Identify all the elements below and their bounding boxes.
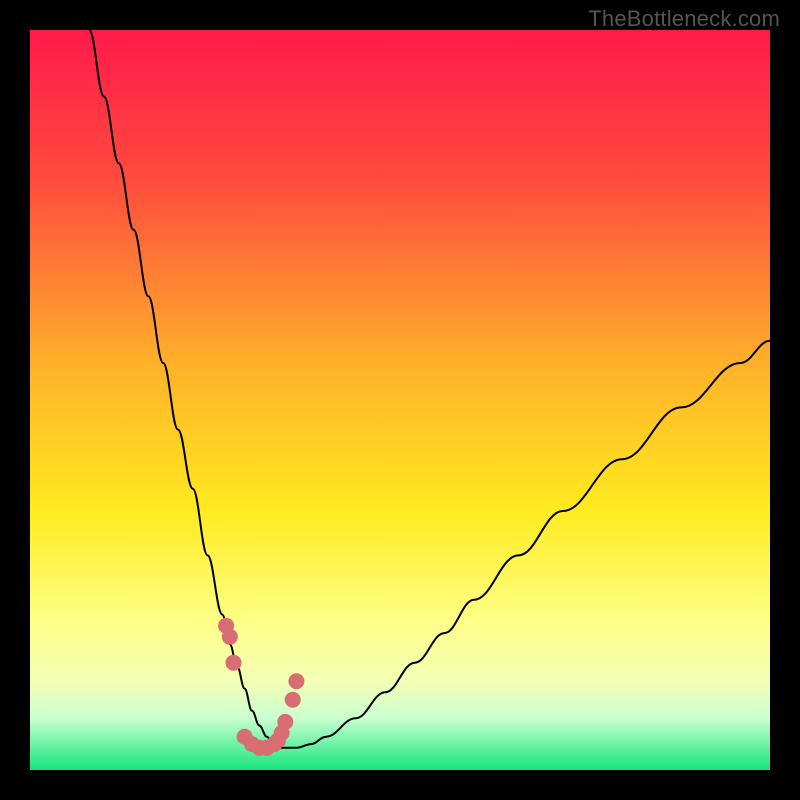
watermark-text: TheBottleneck.com <box>588 6 780 32</box>
chart-svg <box>30 30 770 770</box>
plot-area <box>30 30 770 770</box>
data-marker <box>222 629 238 645</box>
chart-background <box>30 30 770 770</box>
chart-frame: TheBottleneck.com <box>0 0 800 800</box>
data-marker <box>226 655 242 671</box>
data-marker <box>277 714 293 730</box>
data-marker <box>285 692 301 708</box>
data-marker <box>288 673 304 689</box>
